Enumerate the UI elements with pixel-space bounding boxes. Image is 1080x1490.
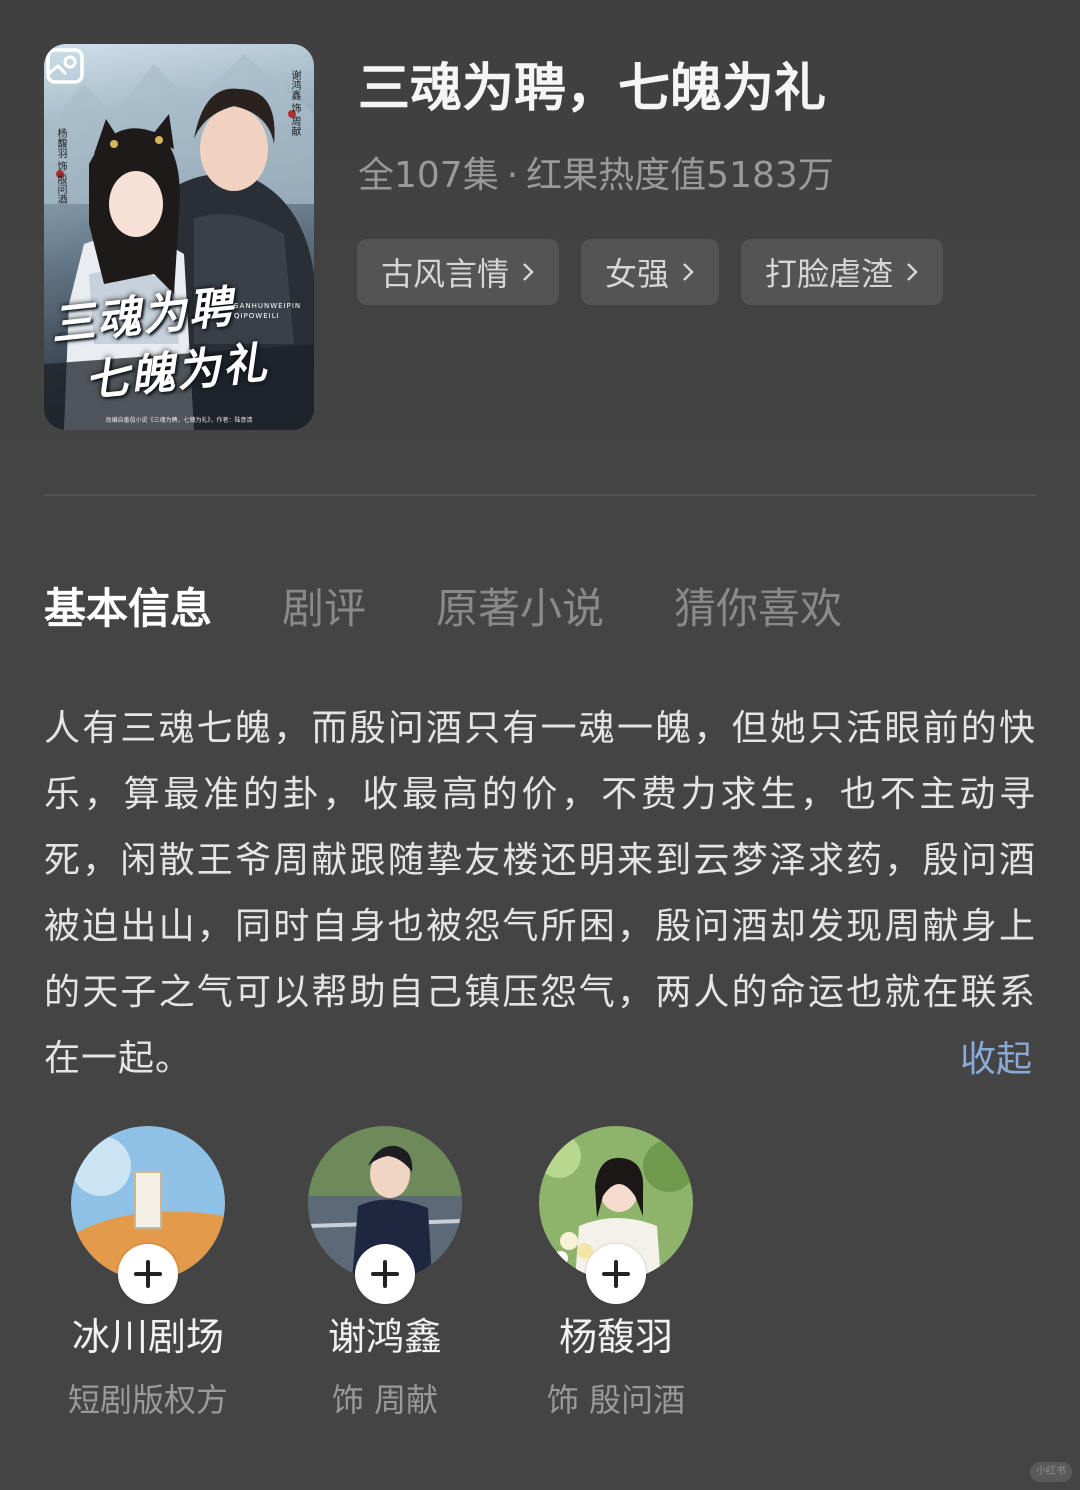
plus-icon [371, 1260, 399, 1288]
cast-member[interactable]: 冰川剧场 短剧版权方 [33, 1126, 263, 1421]
drama-header: 杨馥羽 饰 殷问酒 谢鸿鑫 饰 周献 三魂为聘 七魄为礼 SANHUNWEIPI… [0, 0, 1080, 495]
poster-credit-right: 谢鸿鑫 饰 周献 [289, 70, 300, 137]
episode-count: 全107集 [358, 155, 499, 196]
plus-icon [134, 1260, 162, 1288]
drama-poster[interactable]: 杨馥羽 饰 殷问酒 谢鸿鑫 饰 周献 三魂为聘 七魄为礼 SANHUNWEIPI… [44, 44, 314, 430]
cast-name: 冰川剧场 [71, 1315, 224, 1359]
tab-reviews[interactable]: 剧评 [282, 575, 366, 636]
tag-label: 女强 [605, 255, 670, 293]
poster-footnote: 改编自番茄小说《三魂为聘，七魄为礼》，作者：陆意清 [105, 417, 253, 424]
avatar-wrapper [308, 1126, 462, 1304]
cast-role: 饰 周献 [331, 1381, 439, 1419]
chevron-right-icon [683, 263, 694, 281]
chevron-right-icon [523, 263, 534, 281]
tag-chip[interactable]: 古风言情 [357, 239, 560, 305]
follow-button[interactable] [586, 1244, 646, 1304]
synopsis-text: 人有三魂七魄，而殷问酒只有一魂一魄，但她只活眼前的快乐，算最准的卦，收最高的价，… [44, 708, 1036, 1079]
tab-recommendations[interactable]: 猜你喜欢 [674, 575, 842, 636]
avatar-wrapper [71, 1126, 225, 1304]
gallery-icon[interactable] [44, 44, 88, 88]
tag-chip[interactable]: 女强 [581, 239, 720, 305]
watermark-badge: 小红书 [1030, 1462, 1072, 1482]
cast-name: 杨馥羽 [558, 1315, 673, 1359]
tag-label: 古风言情 [381, 255, 510, 293]
drama-title: 三魂为聘，七魄为礼 [358, 59, 827, 119]
plus-icon [602, 1260, 630, 1288]
tab-original-novel[interactable]: 原著小说 [436, 575, 604, 636]
cast-name: 谢鸿鑫 [327, 1315, 442, 1359]
poster-pinyin-line1: SANHUNWEIPIN [234, 302, 302, 310]
cast-role: 短剧版权方 [67, 1381, 228, 1419]
follow-button[interactable] [118, 1244, 178, 1304]
poster-credit-left: 杨馥羽 饰 殷问酒 [55, 128, 66, 205]
collapse-link[interactable]: 收起 [960, 1030, 1032, 1082]
follow-button[interactable] [355, 1244, 415, 1304]
cast-member[interactable]: 谢鸿鑫 饰 周献 [270, 1126, 500, 1421]
detail-tabs: 基本信息 剧评 原著小说 猜你喜欢 [44, 575, 912, 636]
cast-role: 饰 殷问酒 [546, 1381, 686, 1419]
poster-pinyin-line2: QIPOWEILI [234, 312, 280, 320]
popularity-score: 红果热度值5183万 [526, 155, 834, 196]
avatar-wrapper [539, 1126, 693, 1304]
drama-meta: 全107集 · 红果热度值5183万 [358, 146, 834, 198]
cast-member[interactable]: 杨馥羽 饰 殷问酒 [501, 1126, 731, 1421]
tag-label: 打脸虐渣 [765, 255, 894, 293]
meta-separator: · [506, 155, 519, 196]
tag-list: 古风言情 女强 打脸虐渣 [357, 239, 944, 305]
section-divider [44, 494, 1036, 496]
chevron-right-icon [907, 263, 918, 281]
tag-chip[interactable]: 打脸虐渣 [741, 239, 944, 305]
tab-basic-info[interactable]: 基本信息 [44, 575, 212, 636]
